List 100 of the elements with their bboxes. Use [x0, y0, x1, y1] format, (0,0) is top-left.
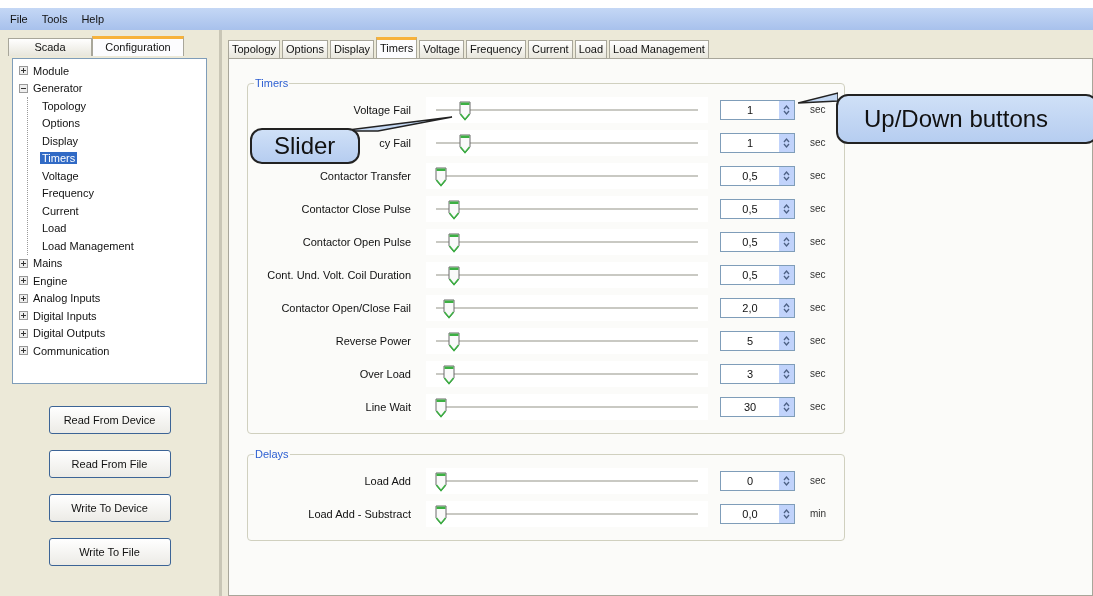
tree-item[interactable]: Engine	[31, 274, 70, 287]
expand-toggle-icon[interactable]	[19, 258, 28, 268]
spin-box[interactable]: 0,5	[720, 198, 795, 219]
tree-item[interactable]: Options	[40, 117, 82, 130]
group-title: Delays	[254, 448, 290, 460]
up-down-icon[interactable]	[779, 199, 794, 218]
menu-item[interactable]: File	[10, 13, 28, 25]
expand-toggle-icon[interactable]	[19, 311, 28, 321]
unit-label: sec	[810, 137, 826, 148]
tab[interactable]: Topology	[228, 40, 281, 58]
spin-box[interactable]: 3	[720, 363, 795, 384]
spin-box[interactable]: 0,5	[720, 264, 795, 285]
field-label: Load Add	[364, 474, 411, 487]
unit-label: sec	[810, 269, 826, 280]
up-down-icon[interactable]	[779, 133, 794, 152]
field-label: Cont. Und. Volt. Coil Duration	[267, 268, 411, 281]
spin-box[interactable]: 1	[720, 132, 795, 153]
action-button[interactable]: Read From Device	[48, 406, 171, 434]
unit-label: sec	[810, 203, 826, 214]
spin-box[interactable]: 0,5	[720, 231, 795, 252]
tab[interactable]: Load	[574, 40, 608, 58]
tab[interactable]: Display	[329, 40, 375, 58]
spin-box[interactable]: 2,0	[720, 297, 795, 318]
tree-item[interactable]: Digital Outputs	[31, 327, 108, 340]
menu-item[interactable]: Tools	[41, 13, 68, 25]
expand-toggle-icon[interactable]	[19, 293, 28, 303]
up-down-icon[interactable]	[779, 471, 794, 490]
tab[interactable]: Scada	[8, 38, 92, 56]
tree-item[interactable]: Generator	[31, 82, 85, 95]
slider-thumb[interactable]	[448, 232, 461, 253]
tab[interactable]: Voltage	[419, 40, 464, 58]
spin-box[interactable]: 0,5	[720, 165, 795, 186]
tree-item[interactable]: Load	[40, 222, 69, 235]
slider-thumb[interactable]	[448, 199, 461, 220]
tree-item[interactable]: Display	[40, 134, 81, 147]
unit-label: sec	[810, 170, 826, 181]
slider-thumb[interactable]	[435, 397, 448, 418]
expand-toggle-icon[interactable]	[19, 66, 28, 76]
tree-item[interactable]: Module	[31, 64, 72, 77]
up-down-icon[interactable]	[779, 265, 794, 284]
field-label: Over Load	[359, 367, 411, 380]
tree-item[interactable]: Current	[40, 204, 81, 217]
spin-box[interactable]: 0,0	[720, 503, 795, 524]
slider-thumb[interactable]	[458, 100, 471, 121]
slider-thumb[interactable]	[443, 298, 456, 319]
expand-toggle-icon[interactable]	[19, 346, 28, 356]
tab[interactable]: Load Management	[609, 40, 709, 58]
field-label: Contactor Close Pulse	[301, 202, 411, 215]
field-label: Contactor Open Pulse	[302, 235, 411, 248]
up-down-icon[interactable]	[779, 100, 794, 119]
spin-box[interactable]: 0	[720, 470, 795, 491]
up-down-icon[interactable]	[779, 232, 794, 251]
tab[interactable]: Frequency	[465, 40, 526, 58]
spin-box[interactable]: 1	[720, 99, 795, 120]
field-label: Reverse Power	[335, 334, 411, 347]
callout: Up/Down buttons	[836, 94, 1093, 144]
tree-item[interactable]: Topology	[40, 99, 89, 112]
slider-thumb[interactable]	[435, 166, 448, 187]
unit-label: sec	[810, 302, 826, 313]
up-down-icon[interactable]	[779, 364, 794, 383]
tree-item[interactable]: Frequency	[40, 187, 96, 200]
tree-item[interactable]: Load Management	[40, 239, 136, 252]
spin-box[interactable]: 30	[720, 396, 795, 417]
spin-box[interactable]: 5	[720, 330, 795, 351]
tree-item[interactable]: Timers	[40, 152, 78, 165]
field-label: Load Add - Substract	[308, 507, 411, 520]
field-label: cy Fail	[379, 136, 411, 149]
up-down-icon[interactable]	[779, 166, 794, 185]
expand-toggle-icon[interactable]	[19, 276, 28, 286]
tree-item[interactable]: Analog Inputs	[31, 292, 103, 305]
action-button[interactable]: Write To File	[48, 538, 171, 566]
expand-toggle-icon[interactable]	[19, 328, 28, 338]
tree-item[interactable]: Communication	[31, 344, 112, 357]
up-down-icon[interactable]	[779, 504, 794, 523]
up-down-icon[interactable]	[779, 298, 794, 317]
tree-item[interactable]: Voltage	[40, 169, 81, 182]
unit-label: min	[810, 508, 827, 519]
up-down-icon[interactable]	[779, 331, 794, 350]
slider-thumb[interactable]	[443, 364, 456, 385]
unit-label: sec	[810, 335, 826, 346]
up-down-icon[interactable]	[779, 397, 794, 416]
slider-thumb[interactable]	[435, 504, 448, 525]
tab[interactable]: Current	[527, 40, 573, 58]
tab[interactable]: Timers	[376, 37, 418, 58]
unit-label: sec	[810, 475, 826, 486]
action-button[interactable]: Write To Device	[48, 494, 171, 522]
expand-toggle-icon[interactable]	[19, 83, 28, 93]
tree-item[interactable]: Mains	[31, 257, 65, 270]
slider-thumb[interactable]	[458, 133, 471, 154]
field-label: Contactor Transfer	[319, 169, 411, 182]
tab[interactable]: Configuration	[92, 36, 184, 56]
unit-label: sec	[810, 368, 826, 379]
action-button[interactable]: Read From File	[48, 450, 171, 478]
slider-thumb[interactable]	[448, 331, 461, 352]
field-label: Voltage Fail	[353, 103, 411, 116]
menu-item[interactable]: Help	[81, 13, 105, 25]
tree-item[interactable]: Digital Inputs	[31, 309, 99, 322]
slider-thumb[interactable]	[448, 265, 461, 286]
slider-thumb[interactable]	[435, 471, 448, 492]
tab[interactable]: Options	[282, 40, 328, 58]
